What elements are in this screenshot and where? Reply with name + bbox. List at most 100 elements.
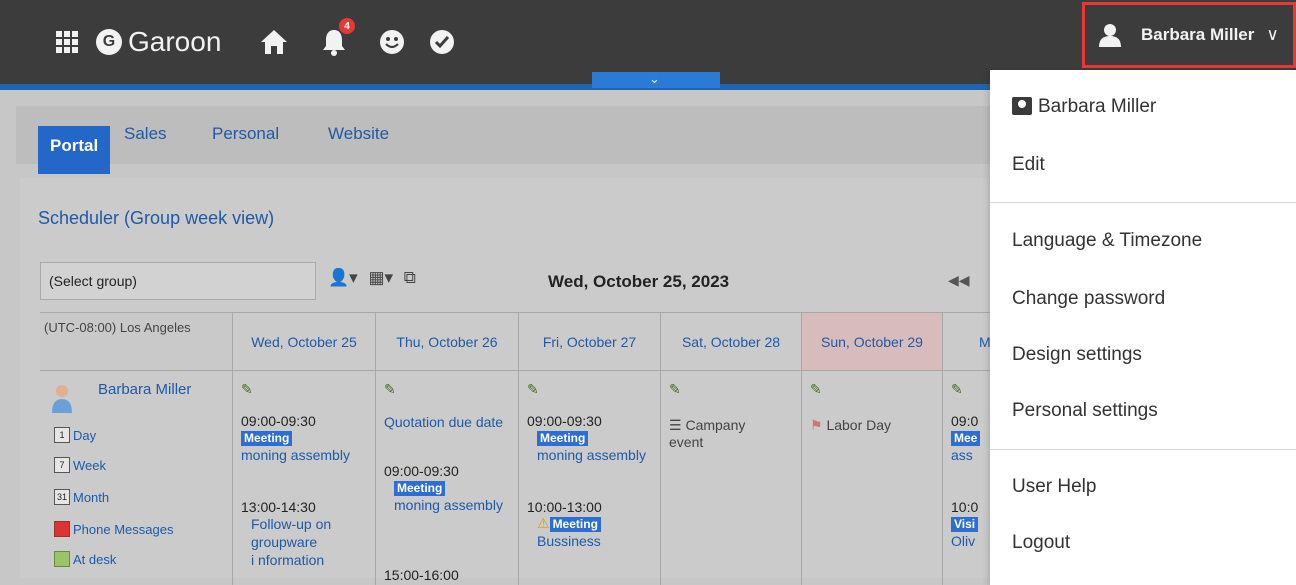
event-item[interactable]: 09:00-09:30 Meeting moning assembly [527,413,655,464]
event-item[interactable]: 13:00-14:30 Follow-up on groupware i nfo… [241,499,369,569]
day-cell-wed[interactable]: ✎ 09:00-09:30 Meeting moning assembly 13… [233,371,376,585]
menu-design-settings[interactable]: Design settings [1012,344,1142,366]
garoon-logo[interactable]: G Garoon [96,22,221,62]
event-time: 09:00-09:30 [241,413,316,429]
tab-personal[interactable]: Personal [212,124,279,144]
phone-messages-link[interactable]: Phone Messages [54,521,173,537]
event-title[interactable]: Follow-up on groupware [241,515,369,551]
menu-language-timezone[interactable]: Language & Timezone [1012,230,1202,252]
event-time: 10:0 [951,499,979,515]
logo-text: Garoon [128,26,222,57]
event-title[interactable]: moning assembly [241,446,369,464]
collapse-header-toggle[interactable]: ⌄ [592,72,720,88]
day-calendar-icon: 1 [54,427,70,443]
event-title[interactable]: Bussiness [527,532,655,550]
add-event-icon[interactable]: ✎ [241,381,253,398]
event-tag: Meeting [241,431,293,446]
event-time: 09:00-09:30 [384,463,459,479]
scheduler-title[interactable]: Scheduler (Group week view) [38,208,274,229]
event-item[interactable]: 09:00-09:30 Meeting moning assembly [384,463,512,514]
event-item[interactable]: 09:0 Mee ass [951,413,991,464]
event-item[interactable]: ⚑ Labor Day [810,417,930,434]
warning-icon: ⚠ [537,515,550,531]
week-calendar-icon: 7 [54,457,70,473]
day-header-mon[interactable]: M [943,313,991,371]
event-title[interactable]: Oliv [951,532,991,550]
user-dropdown-menu: Barbara Miller Edit Language & Timezone … [990,70,1296,585]
event-item[interactable]: ☰ Campany event [669,417,769,450]
tab-website[interactable]: Website [328,124,389,144]
chevron-down-icon: ⌄ [649,71,660,86]
at-desk-link[interactable]: At desk [54,551,116,567]
app-menu-grid-icon[interactable] [50,22,84,62]
add-event-icon[interactable]: ✎ [810,381,822,398]
tab-sales[interactable]: Sales [124,124,167,144]
timezone-header: (UTC-08:00) Los Angeles [40,313,233,371]
notification-badge: 4 [339,18,355,34]
home-icon[interactable] [254,22,294,62]
menu-change-password[interactable]: Change password [1012,288,1165,310]
event-time: 09:0 [951,413,979,429]
view-tools: 👤▾ ▦▾ ⧉ [328,268,416,288]
month-view-link[interactable]: 31 Month [54,489,109,505]
event-item[interactable]: 09:00-09:30 Meeting moning assembly [241,413,369,464]
day-cell-sat[interactable]: ✎ ☰ Campany event [661,371,802,585]
event-title[interactable]: Quotation due date [384,413,512,431]
week-link-label: Week [73,457,106,473]
menu-edit[interactable]: Edit [1012,154,1045,176]
tab-portal[interactable]: Portal [38,126,111,174]
logo-g-icon: G [96,29,122,55]
event-time: 15:00-16:00 [384,567,459,583]
day-header-sun[interactable]: Sun, October 29 [802,313,943,371]
user-row-header: Barbara Miller 1 Day 7 Week 31 Month Phone … [40,371,233,585]
facility-select-icon[interactable]: ▦▾ [368,268,393,287]
event-title-more[interactable]: i nformation [241,551,369,569]
day-header-wed[interactable]: Wed, October 25 [233,313,376,371]
day-cell-sun[interactable]: ✎ ⚑ Labor Day [802,371,943,585]
phone-link-label: Phone Messages [73,521,174,537]
event-time: 13:00-14:30 [241,499,316,515]
smile-icon[interactable] [372,22,412,62]
event-item[interactable]: Quotation due date [384,413,512,431]
day-cell-mon[interactable]: ✎ 09:0 Mee ass 10:0 Visi Oliv [943,371,990,585]
event-time: 09:00-09:30 [527,413,602,429]
desk-icon [54,551,70,567]
event-item[interactable]: 10:00-13:00 ⚠ Meeting Bussiness [527,499,655,550]
menu-personal-settings[interactable]: Personal settings [1012,400,1158,422]
user-select-icon[interactable]: 👤▾ [328,268,358,287]
event-item[interactable]: 15:00-16:00 [384,567,512,583]
event-tag: Meeting [537,431,589,446]
event-tag: Visi [951,517,979,532]
chevron-down-icon: ∨ [1266,25,1279,44]
week-view-link[interactable]: 7 Week [54,457,106,473]
menu-user-profile[interactable]: Barbara Miller [1012,96,1156,118]
event-title[interactable]: moning assembly [384,496,512,514]
day-link-label: Day [73,427,97,443]
day-header-thu[interactable]: Thu, October 26 [376,313,519,371]
add-event-icon[interactable]: ✎ [669,381,681,398]
day-header-fri[interactable]: Fri, October 27 [519,313,661,371]
event-item[interactable]: 10:0 Visi Oliv [951,499,991,550]
prev-week-icon[interactable]: ◀◀ [948,272,970,289]
add-event-icon[interactable]: ✎ [384,381,396,398]
user-card-icon [1012,97,1032,115]
group-select[interactable]: (Select group) [40,262,316,300]
phone-icon [54,521,70,537]
day-cell-thu[interactable]: ✎ Quotation due date 09:00-09:30 Meeting… [376,371,519,585]
add-event-icon[interactable]: ✎ [527,381,539,398]
user-name-link[interactable]: Barbara Miller [98,381,191,398]
day-header-sat[interactable]: Sat, October 28 [661,313,802,371]
event-title[interactable]: ass [951,446,991,464]
menu-logout[interactable]: Logout [1012,532,1070,554]
avatar [52,385,72,413]
user-menu-button[interactable]: Barbara Miller ∨ [1082,2,1296,68]
add-event-icon[interactable]: ✎ [951,381,963,398]
copy-icon[interactable]: ⧉ [404,268,416,287]
day-cell-fri[interactable]: ✎ 09:00-09:30 Meeting moning assembly 10… [519,371,661,585]
event-title[interactable]: Labor Day [826,417,891,433]
event-title[interactable]: moning assembly [527,446,655,464]
timezone-label: (UTC-08:00) Los Angeles [44,320,191,335]
day-view-link[interactable]: 1 Day [54,427,96,443]
menu-user-help[interactable]: User Help [1012,476,1096,498]
check-icon[interactable] [422,22,462,62]
